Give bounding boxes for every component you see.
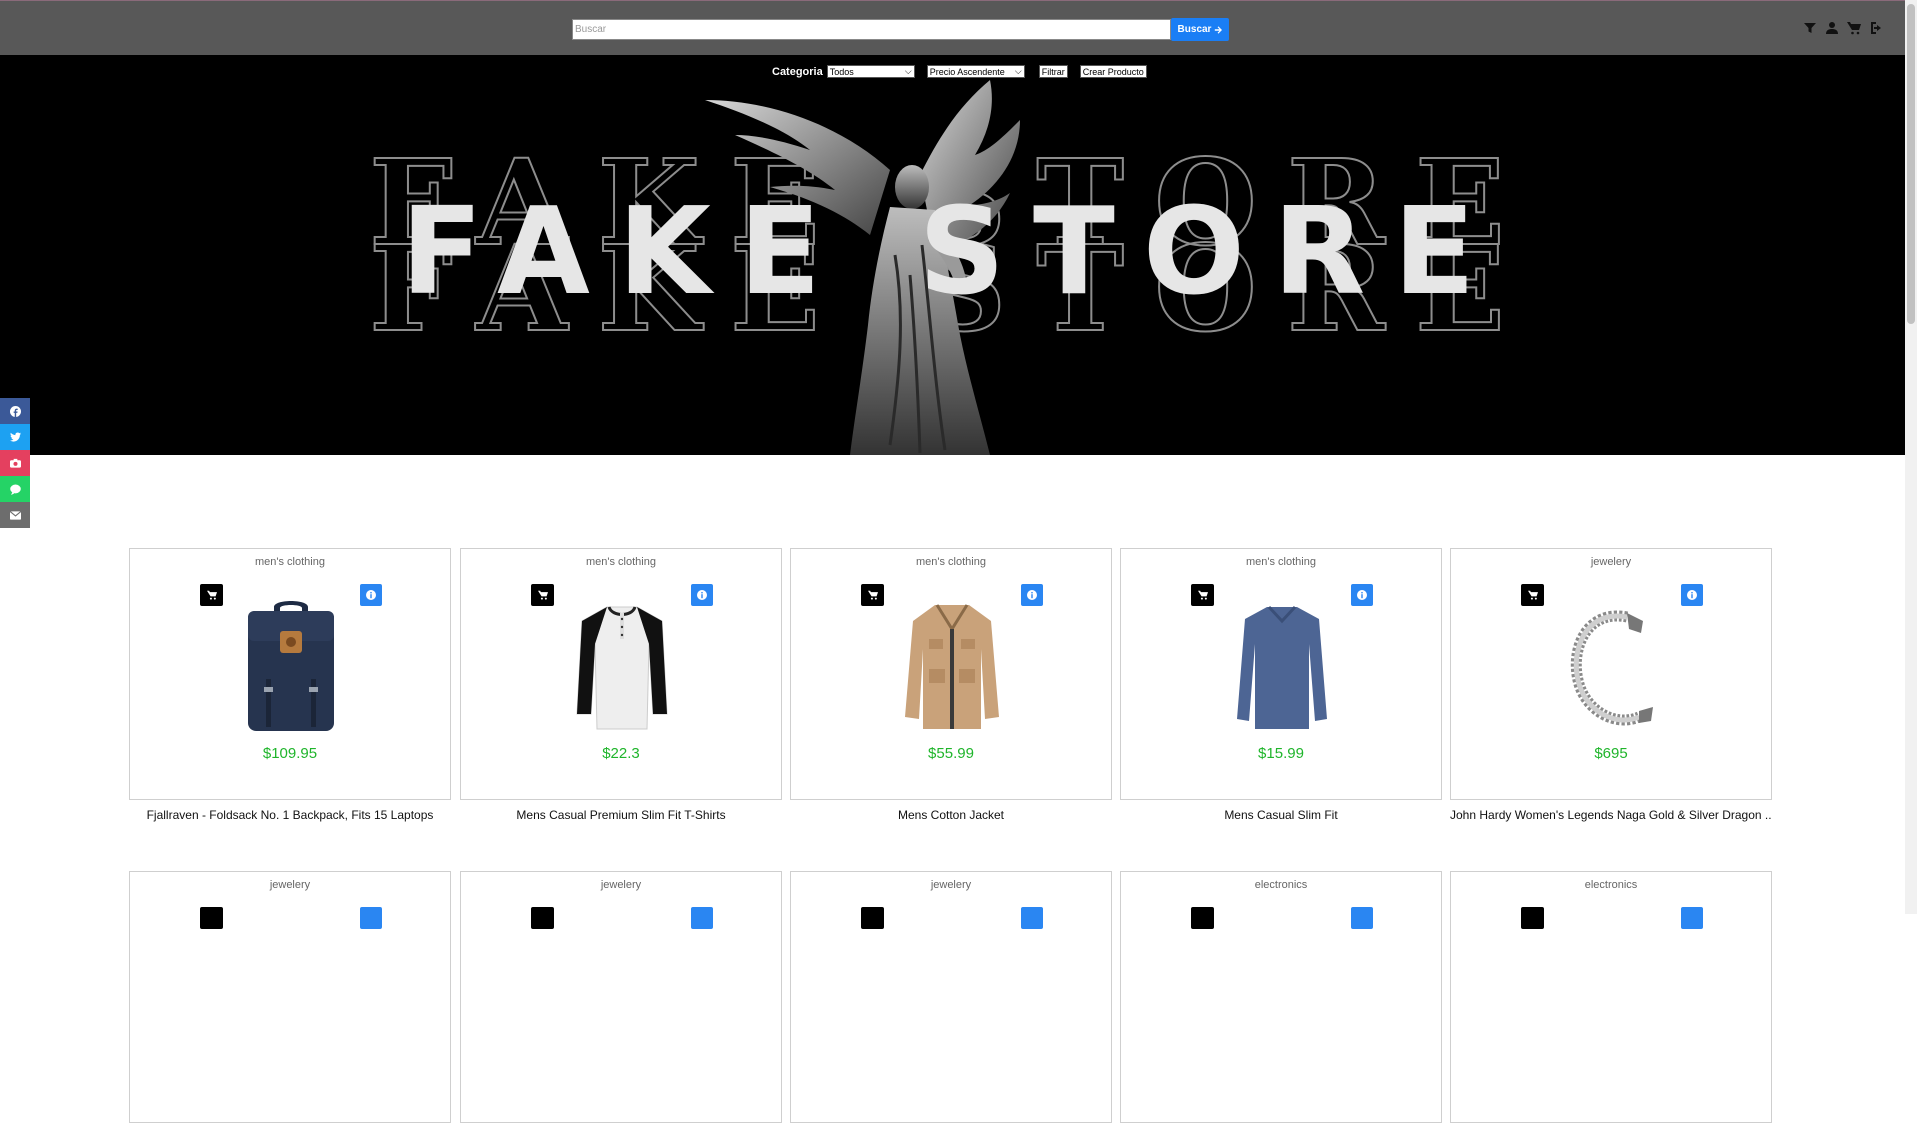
raglan-shirt-image	[576, 606, 668, 730]
page-scrollbar[interactable]	[1905, 0, 1917, 914]
search-button-label: Buscar	[1177, 24, 1212, 35]
product-title[interactable]: Mens Casual Slim Fit	[1120, 808, 1442, 822]
email-icon[interactable]	[0, 502, 30, 528]
product-info-button[interactable]	[691, 584, 713, 606]
cart-icon[interactable]	[1847, 21, 1861, 35]
category-select-value: Todos	[829, 66, 854, 77]
add-to-cart-button[interactable]	[1521, 907, 1544, 929]
category-label: Categoria	[772, 65, 823, 78]
product-title[interactable]: John Hardy Women's Legends Naga Gold & S…	[1450, 808, 1772, 822]
camera-icon[interactable]	[0, 450, 30, 476]
product-card[interactable]: jewelery	[129, 871, 451, 1123]
cart-icon	[206, 590, 217, 600]
product-category: men's clothing	[586, 556, 656, 568]
hero-banner: Categoria Todos ⌵ Precio Ascendente ⌵ Fi…	[0, 55, 1905, 455]
filter-button[interactable]: Filtrar	[1038, 65, 1068, 78]
product-card[interactable]: jewelery	[790, 871, 1112, 1123]
filter-bar: Categoria Todos ⌵ Precio Ascendente ⌵ Fi…	[772, 65, 1147, 78]
product-card[interactable]: men's clothing $55.99	[790, 548, 1112, 800]
product-info-button[interactable]	[1021, 584, 1043, 606]
product-category: men's clothing	[255, 556, 325, 568]
twitter-icon[interactable]	[0, 424, 30, 450]
product-category: electronics	[1584, 879, 1638, 891]
product-category: jewelery	[600, 879, 642, 891]
jacket-image	[905, 604, 999, 729]
product-info-button[interactable]	[1351, 907, 1373, 929]
product-info-button[interactable]	[691, 907, 713, 929]
product-title[interactable]: Mens Casual Premium Slim Fit T-Shirts	[460, 808, 782, 822]
add-to-cart-button[interactable]	[1191, 584, 1214, 606]
cart-icon	[1197, 590, 1208, 600]
arrow-right-icon	[1215, 25, 1223, 34]
product-category: men's clothing	[916, 556, 986, 568]
add-to-cart-button[interactable]	[861, 584, 884, 606]
product-card[interactable]: men's clothing $22.3	[460, 548, 782, 800]
cart-icon	[537, 590, 548, 600]
scrollbar-thumb[interactable]	[1907, 4, 1915, 324]
product-info-button[interactable]	[360, 584, 382, 606]
chevron-down-icon: ⌵	[1014, 66, 1022, 76]
cart-icon	[867, 590, 878, 600]
product-card[interactable]: men's clothing $15.99	[1120, 548, 1442, 800]
info-icon	[366, 590, 376, 600]
add-to-cart-button[interactable]	[1191, 907, 1214, 929]
product-category: jewelery	[930, 879, 972, 891]
category-select[interactable]: Todos ⌵	[826, 65, 915, 78]
add-to-cart-button[interactable]	[531, 584, 554, 606]
bracelet-image	[1570, 610, 1653, 726]
search-input[interactable]	[572, 19, 1171, 40]
top-icons	[1803, 21, 1883, 35]
product-info-button[interactable]	[1681, 584, 1703, 606]
info-icon	[1687, 590, 1697, 600]
social-sidebar	[0, 398, 30, 528]
add-to-cart-button[interactable]	[531, 907, 554, 929]
product-card[interactable]: jewelery	[460, 871, 782, 1123]
facebook-icon[interactable]	[0, 398, 30, 424]
filter-icon[interactable]	[1803, 21, 1817, 35]
product-card[interactable]: jewelery $695	[1450, 548, 1772, 800]
product-price: $55.99	[928, 745, 974, 762]
product-category: men's clothing	[1246, 556, 1316, 568]
info-icon	[1027, 590, 1037, 600]
info-icon	[1357, 590, 1367, 600]
product-price: $22.3	[602, 745, 640, 762]
product-category: jewelery	[1590, 556, 1632, 568]
sort-select[interactable]: Precio Ascendente ⌵	[926, 65, 1025, 78]
product-title[interactable]: Fjallraven - Foldsack No. 1 Backpack, Fi…	[129, 808, 451, 822]
product-price: $15.99	[1258, 745, 1304, 762]
add-to-cart-button[interactable]	[200, 907, 223, 929]
top-navbar: Buscar	[0, 0, 1905, 56]
search-button[interactable]: Buscar	[1171, 18, 1229, 41]
logout-icon[interactable]	[1869, 21, 1883, 35]
add-to-cart-button[interactable]	[1521, 584, 1544, 606]
long-sleeve-shirt-image	[1237, 605, 1327, 729]
backpack-image	[248, 601, 334, 731]
product-card[interactable]: electronics	[1120, 871, 1442, 1123]
product-info-button[interactable]	[1021, 907, 1043, 929]
product-category: electronics	[1254, 879, 1308, 891]
sort-select-value: Precio Ascendente	[929, 66, 1005, 77]
product-info-button[interactable]	[360, 907, 382, 929]
product-price: $695	[1594, 745, 1628, 762]
whatsapp-icon[interactable]	[0, 476, 30, 502]
create-product-button[interactable]: Crear Producto	[1079, 65, 1147, 78]
user-icon[interactable]	[1825, 21, 1839, 35]
product-card[interactable]: electronics	[1450, 871, 1772, 1123]
product-title[interactable]: Mens Cotton Jacket	[790, 808, 1112, 822]
add-to-cart-button[interactable]	[861, 907, 884, 929]
product-price: $109.95	[262, 745, 318, 762]
chevron-down-icon: ⌵	[904, 66, 912, 76]
hero-title: FAKE STORE	[400, 183, 1504, 322]
product-info-button[interactable]	[1681, 907, 1703, 929]
add-to-cart-button[interactable]	[200, 584, 223, 606]
info-icon	[697, 590, 707, 600]
cart-icon	[1527, 590, 1538, 600]
product-category: jewelery	[269, 879, 311, 891]
product-card[interactable]: men's clothing $109.95	[129, 548, 451, 800]
product-info-button[interactable]	[1351, 584, 1373, 606]
